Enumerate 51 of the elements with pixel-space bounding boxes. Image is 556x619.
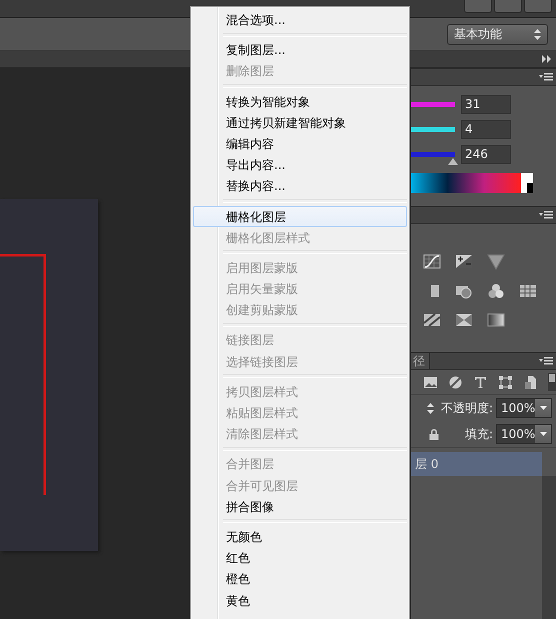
panel-menu-icon[interactable] bbox=[539, 357, 553, 365]
color-spectrum[interactable] bbox=[411, 173, 533, 193]
curves-icon[interactable] bbox=[423, 254, 441, 270]
menu-item[interactable]: 编辑内容 bbox=[193, 132, 407, 154]
updown-icon[interactable] bbox=[427, 402, 434, 414]
gradient-icon[interactable] bbox=[487, 312, 505, 328]
document-icon[interactable] bbox=[523, 374, 538, 390]
lock-icon[interactable] bbox=[429, 428, 439, 440]
menu-item[interactable]: 复制图层... bbox=[193, 39, 407, 60]
value-field[interactable]: 31 bbox=[461, 94, 511, 114]
menu-item[interactable]: 混合选项... bbox=[193, 9, 407, 30]
value-field[interactable]: 4 bbox=[461, 120, 511, 138]
menu-item[interactable]: 通过拷贝新建智能对象 bbox=[193, 112, 407, 133]
opacity-label: 不透明度: bbox=[440, 400, 493, 416]
scrollbar[interactable] bbox=[542, 476, 556, 619]
fill-label: 填充: bbox=[464, 426, 493, 442]
transform-icon[interactable] bbox=[498, 374, 513, 390]
panel-menu-icon[interactable] bbox=[539, 73, 553, 81]
menu-item[interactable]: 替换内容... bbox=[193, 175, 407, 196]
collapse-icon[interactable] bbox=[542, 55, 552, 63]
caret-icon bbox=[540, 432, 547, 436]
opacity-field[interactable]: 100% bbox=[496, 398, 552, 418]
color-slider[interactable] bbox=[411, 126, 455, 132]
half-circle-icon[interactable] bbox=[448, 374, 463, 390]
menu-item[interactable]: 导出内容... bbox=[193, 154, 407, 176]
updown-icon bbox=[534, 28, 541, 40]
filter-switch[interactable] bbox=[548, 373, 556, 391]
menu-item[interactable]: 转换为智能对象 bbox=[193, 90, 407, 112]
circles-icon[interactable] bbox=[487, 282, 505, 298]
layer-row[interactable]: 层 0 bbox=[411, 452, 542, 476]
stripes-icon[interactable] bbox=[423, 312, 441, 328]
menu-item[interactable]: 栅格化图层 bbox=[193, 206, 407, 227]
menu-item[interactable]: 橙色 bbox=[193, 568, 407, 590]
menu-item[interactable]: 无颜色 bbox=[193, 526, 407, 548]
color-slider[interactable] bbox=[411, 102, 455, 106]
value-field[interactable]: 246 bbox=[461, 144, 511, 164]
dropdown-button[interactable] bbox=[535, 425, 551, 443]
caret-icon bbox=[540, 406, 547, 410]
panel-menu-icon[interactable] bbox=[539, 211, 553, 219]
triangle-icon[interactable] bbox=[487, 254, 505, 270]
panel-tab[interactable]: 径 bbox=[411, 353, 430, 369]
workspace-dropdown[interactable]: 基本功能 bbox=[447, 24, 548, 44]
dropdown-button[interactable] bbox=[535, 399, 551, 417]
image-icon[interactable] bbox=[423, 374, 438, 390]
menu-item[interactable]: 拼合图像 bbox=[193, 496, 407, 517]
grid-icon[interactable] bbox=[519, 282, 537, 298]
text-icon[interactable] bbox=[473, 374, 488, 390]
hourglass-icon[interactable] bbox=[455, 312, 473, 328]
menu-item[interactable]: 红色 bbox=[193, 547, 407, 568]
menu-item[interactable]: 黄色 bbox=[193, 590, 407, 611]
fill-field[interactable]: 100% bbox=[496, 424, 552, 444]
